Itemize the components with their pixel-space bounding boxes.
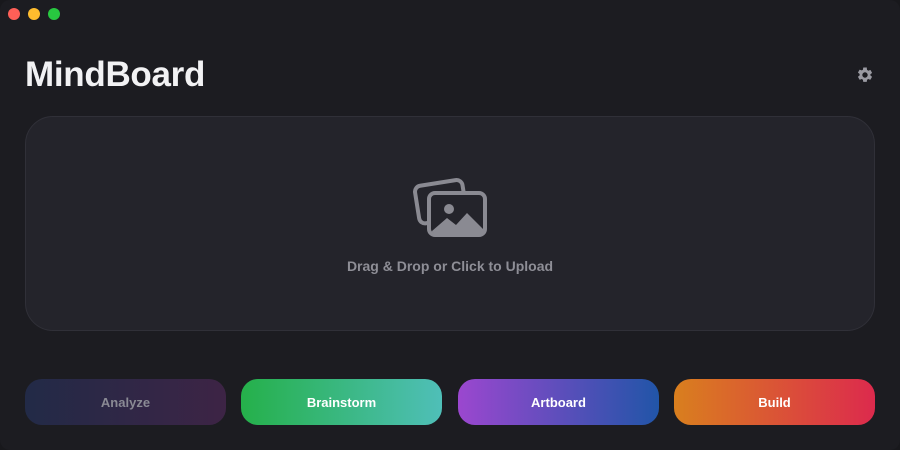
action-bar: Analyze Brainstorm Artboard Build — [25, 379, 875, 425]
build-button[interactable]: Build — [674, 379, 875, 425]
app-window: MindBoard Drag & Drop or Click to Upload… — [0, 0, 900, 450]
close-window-button[interactable] — [8, 8, 20, 20]
settings-button[interactable] — [856, 66, 874, 84]
images-icon — [413, 178, 487, 237]
upload-dropzone[interactable]: Drag & Drop or Click to Upload — [25, 116, 875, 331]
maximize-window-button[interactable] — [48, 8, 60, 20]
upload-instruction: Drag & Drop or Click to Upload — [346, 258, 554, 274]
artboard-button[interactable]: Artboard — [458, 379, 659, 425]
brainstorm-button[interactable]: Brainstorm — [241, 379, 442, 425]
minimize-window-button[interactable] — [28, 8, 40, 20]
app-title: MindBoard — [25, 55, 206, 94]
gear-icon — [857, 67, 873, 82]
analyze-button[interactable]: Analyze — [25, 379, 226, 425]
window-controls — [8, 8, 60, 20]
